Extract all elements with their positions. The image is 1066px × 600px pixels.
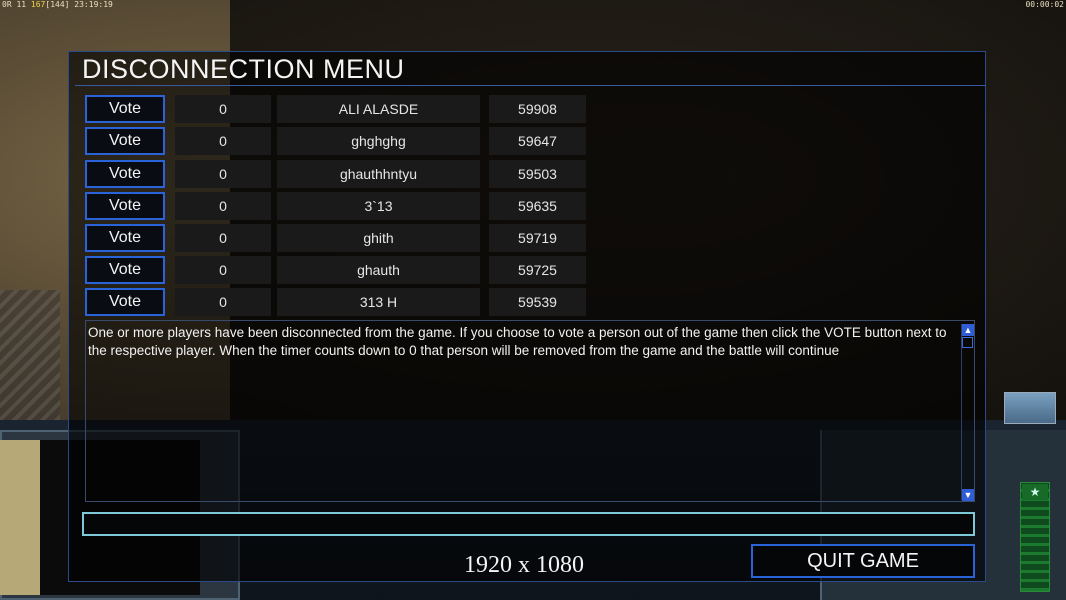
player-timer: 59719 xyxy=(489,224,586,252)
player-name: ghauthhntyu xyxy=(277,160,480,188)
scrollbar-thumb[interactable] xyxy=(962,337,973,348)
vote-count: 0 xyxy=(175,288,271,316)
satellite-icon[interactable] xyxy=(1004,392,1056,424)
player-name: ALI ALASDE xyxy=(277,95,480,123)
vote-count: 0 xyxy=(175,95,271,123)
scroll-down-icon[interactable]: ▼ xyxy=(962,489,974,501)
player-timer: 59503 xyxy=(489,160,586,188)
scroll-up-icon[interactable]: ▲ xyxy=(962,324,974,336)
status-readout: 0R 11 167[144] 23:19:19 xyxy=(2,0,113,9)
vote-button[interactable]: Vote xyxy=(85,127,165,155)
vote-button[interactable]: Vote xyxy=(85,256,165,284)
vote-button[interactable]: Vote xyxy=(85,192,165,220)
menu-title: DISCONNECTION MENU xyxy=(82,54,405,84)
game-timer: 00:00:02 xyxy=(1025,0,1064,9)
game-structure xyxy=(0,290,60,440)
player-timer: 59725 xyxy=(489,256,586,284)
message-scrollbar[interactable] xyxy=(961,324,975,500)
vote-button[interactable]: Vote xyxy=(85,95,165,123)
vote-button[interactable]: Vote xyxy=(85,224,165,252)
player-timer: 59908 xyxy=(489,95,586,123)
player-timer: 59635 xyxy=(489,192,586,220)
vote-count: 0 xyxy=(175,256,271,284)
star-icon: ★ xyxy=(1022,484,1048,500)
player-name: 3`13 xyxy=(277,192,480,220)
player-timer: 59539 xyxy=(489,288,586,316)
player-name: 313 H xyxy=(277,288,480,316)
resolution-label: 1920 x 1080 xyxy=(464,552,584,578)
player-name: ghith xyxy=(277,224,480,252)
vote-count: 0 xyxy=(175,224,271,252)
vote-button[interactable]: Vote xyxy=(85,288,165,316)
disconnection-message: One or more players have been disconnect… xyxy=(88,325,947,358)
vote-count: 0 xyxy=(175,127,271,155)
minimap-edge xyxy=(0,440,40,595)
player-name: ghauth xyxy=(277,256,480,284)
vote-count: 0 xyxy=(175,160,271,188)
chat-input[interactable] xyxy=(82,512,975,536)
quit-game-button[interactable]: QUIT GAME xyxy=(751,544,975,578)
vote-button[interactable]: Vote xyxy=(85,160,165,188)
player-timer: 59647 xyxy=(489,127,586,155)
vote-count: 0 xyxy=(175,192,271,220)
player-name: ghghghg xyxy=(277,127,480,155)
